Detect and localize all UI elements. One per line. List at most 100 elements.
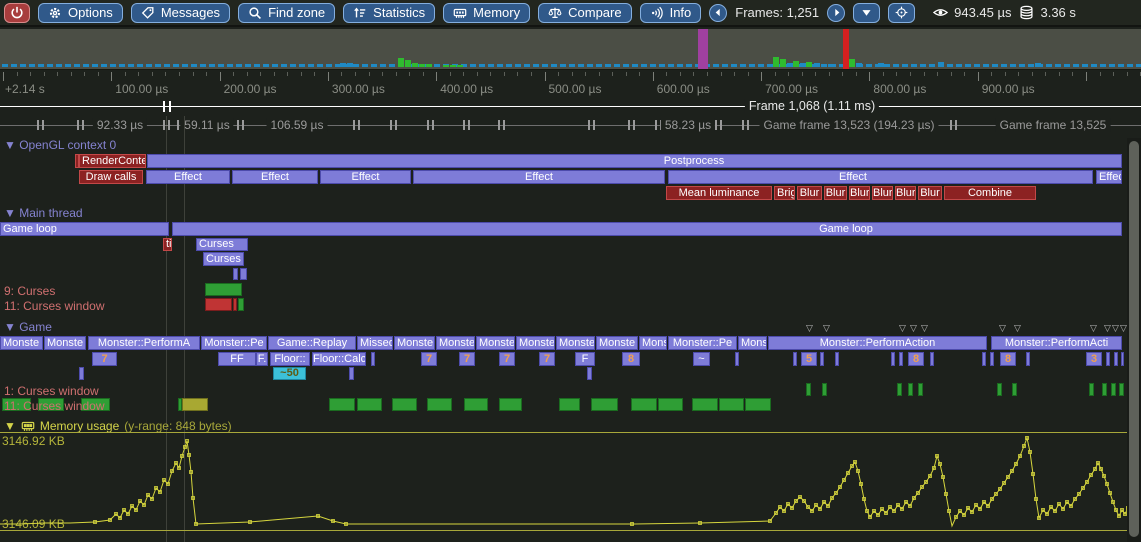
toolbar-button-find-zone[interactable]: Find zone (238, 3, 335, 23)
memory-usage-header[interactable]: ▼Memory usage(y-range: 848 bytes) (4, 419, 232, 433)
lock-activity-bar[interactable] (745, 398, 771, 411)
zone[interactable]: Mons (738, 336, 767, 350)
zone[interactable] (820, 352, 824, 366)
collapsed-zones-marker-icon[interactable]: ▽ (999, 324, 1006, 332)
collapsed-zones-marker-icon[interactable]: ▽ (806, 324, 813, 332)
collapsed-zones-marker-icon[interactable]: ▽ (1014, 324, 1021, 332)
zone[interactable]: Monste (476, 336, 515, 350)
zone[interactable] (891, 352, 895, 366)
zone[interactable]: 8 (622, 352, 640, 366)
lock-activity-bar[interactable] (908, 383, 913, 396)
zone[interactable]: Monster::Pe (201, 336, 267, 350)
zone[interactable]: RenderConte (79, 154, 146, 168)
power-button[interactable] (4, 3, 30, 23)
zone[interactable] (371, 352, 375, 366)
lock-activity-bar[interactable] (1089, 383, 1094, 396)
collapsed-zones-marker-icon[interactable]: ▽ (1090, 324, 1097, 332)
toolbar-button-options[interactable]: Options (38, 3, 123, 23)
zone[interactable] (349, 367, 354, 380)
collapsed-zones-marker-icon[interactable]: ▽ (823, 324, 830, 332)
zone[interactable]: Monste (0, 336, 43, 350)
zone[interactable] (793, 352, 797, 366)
lock-activity-bar[interactable] (233, 298, 237, 311)
zone[interactable]: Draw calls (79, 170, 143, 184)
zone[interactable]: F (575, 352, 595, 366)
lock-activity-bar[interactable] (822, 383, 827, 396)
collapsed-zones-marker-icon[interactable]: ▽ (1120, 324, 1127, 332)
zone[interactable]: Monster::PerformA (88, 336, 200, 350)
zone[interactable]: 7 (499, 352, 515, 366)
lock-activity-bar[interactable] (997, 383, 1002, 396)
collapsed-zones-marker-icon[interactable]: ▽ (1104, 324, 1111, 332)
lock-activity-bar[interactable] (692, 398, 718, 411)
zone[interactable]: Postprocess (147, 154, 1122, 168)
zone[interactable] (1121, 352, 1124, 366)
zone[interactable]: Blur (849, 186, 870, 200)
lock-activity-bar[interactable] (329, 398, 355, 411)
zone[interactable]: 7 (92, 352, 117, 366)
lock-activity-bar[interactable] (591, 398, 618, 411)
collapse-arrow-icon[interactable]: ▼ (4, 320, 19, 334)
toolbar-button-compare[interactable]: Compare (538, 3, 631, 23)
zone[interactable] (587, 367, 592, 380)
zone[interactable] (930, 352, 934, 366)
zone[interactable]: F. (256, 352, 268, 366)
zone[interactable]: Curses (203, 252, 244, 266)
frames-next-button[interactable] (827, 4, 845, 22)
scrollbar-track[interactable] (1127, 138, 1141, 542)
collapsed-zones-marker-icon[interactable]: ▽ (1112, 324, 1119, 332)
zone[interactable]: Monste (516, 336, 555, 350)
zone[interactable]: 8 (908, 352, 924, 366)
zone[interactable]: Blur (872, 186, 893, 200)
zone[interactable] (982, 352, 986, 366)
thread-header-opengl-context-0[interactable]: ▼ OpenGL context 0 (4, 138, 116, 152)
zone[interactable]: Monste (436, 336, 475, 350)
zone[interactable] (735, 352, 739, 366)
frame-histogram[interactable] (0, 29, 1141, 70)
zone[interactable]: Monster::PerformAction (768, 336, 987, 350)
zone[interactable]: Blur (797, 186, 822, 200)
zone[interactable]: ti (163, 238, 172, 251)
frames-prev-button[interactable] (709, 4, 727, 22)
collapse-arrow-icon[interactable]: ▼ (4, 138, 19, 152)
zone[interactable]: Missed (357, 336, 393, 350)
lock-activity-bar[interactable] (559, 398, 580, 411)
toolbar-button-messages[interactable]: Messages (131, 3, 230, 23)
collapsed-zones-marker-icon[interactable]: ▽ (921, 324, 928, 332)
zone[interactable]: 8 (1000, 352, 1016, 366)
lock-activity-bar[interactable] (719, 398, 744, 411)
lock-activity-bar[interactable] (658, 398, 683, 411)
zone[interactable] (240, 268, 247, 280)
zone[interactable]: Effect (146, 170, 230, 184)
zone[interactable]: ~50 (273, 367, 306, 380)
zone[interactable]: FF (218, 352, 256, 366)
lock-activity-bar[interactable] (1012, 383, 1017, 396)
zone[interactable] (79, 367, 84, 380)
zone[interactable]: 7 (539, 352, 555, 366)
lock-activity-bar[interactable] (238, 298, 244, 311)
zone[interactable]: Effect (413, 170, 665, 184)
scrollbar-thumb[interactable] (1129, 141, 1139, 537)
zone[interactable]: 7 (421, 352, 437, 366)
collapsed-zones-marker-icon[interactable]: ▽ (899, 324, 906, 332)
toolbar-button-statistics[interactable]: Statistics (343, 3, 435, 23)
zone[interactable]: Curses (196, 238, 248, 251)
lock-activity-bar[interactable] (182, 398, 208, 411)
toolbar-button-info[interactable]: Info (640, 3, 702, 23)
collapse-arrow-icon[interactable]: ▼ (4, 419, 16, 433)
zone[interactable]: Effect (320, 170, 411, 184)
zone[interactable]: 5 (801, 352, 817, 366)
zone[interactable]: Mean luminance (666, 186, 772, 200)
zone[interactable] (1106, 352, 1110, 366)
zone[interactable]: Game::Replay (268, 336, 356, 350)
zone[interactable] (899, 352, 903, 366)
lock-activity-bar[interactable] (392, 398, 417, 411)
zone[interactable]: Blur (824, 186, 847, 200)
zone[interactable]: Effec (1096, 170, 1122, 184)
zone[interactable]: Mons (639, 336, 667, 350)
lock-activity-bar[interactable] (918, 383, 923, 396)
lock-activity-bar[interactable] (357, 398, 382, 411)
zone[interactable]: Monste (596, 336, 638, 350)
lock-activity-bar[interactable] (499, 398, 522, 411)
lock-activity-bar[interactable] (631, 398, 657, 411)
